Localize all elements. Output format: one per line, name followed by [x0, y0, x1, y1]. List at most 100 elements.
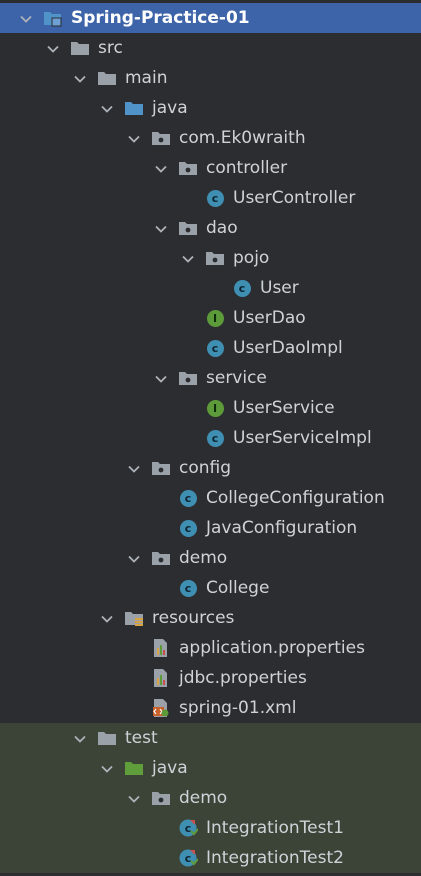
tree-node-package-controller[interactable]: controller — [0, 153, 421, 183]
tree-node-file-jdbc-properties[interactable]: jdbc.properties — [0, 663, 421, 693]
tree-node-source-root-java[interactable]: java — [0, 93, 421, 123]
tree-node-label: java — [152, 98, 188, 118]
package-icon — [178, 368, 198, 388]
tree-node-label: JavaConfiguration — [206, 518, 358, 538]
test-class-icon: c — [178, 818, 198, 838]
svg-text:c: c — [185, 852, 192, 865]
tree-node-label: UserDao — [233, 308, 306, 328]
tree-node-label: src — [98, 38, 123, 58]
tree-node-label: demo — [179, 548, 228, 568]
interface-icon: I — [205, 398, 225, 418]
tree-node-label: UserController — [233, 188, 356, 208]
chevron-down-icon[interactable] — [127, 551, 141, 565]
tree-node-class-collegeconfiguration[interactable]: c CollegeConfiguration — [0, 483, 421, 513]
tree-node-interface-userservice[interactable]: I UserService — [0, 393, 421, 423]
tree-node-package-service[interactable]: service — [0, 363, 421, 393]
package-icon — [178, 158, 198, 178]
tree-node-package-com-ek0wraith[interactable]: com.Ek0wraith — [0, 123, 421, 153]
tree-node-interface-userdao[interactable]: I UserDao — [0, 303, 421, 333]
tree-node-label: spring-01.xml — [179, 698, 297, 718]
tree-node-class-user[interactable]: c User — [0, 273, 421, 303]
tree-node-label: Spring-Practice-01 — [71, 8, 250, 28]
tree-node-folder-main[interactable]: main — [0, 63, 421, 93]
tree-node-label: College — [206, 578, 270, 598]
chevron-down-icon[interactable] — [181, 251, 195, 265]
tree-node-label: java — [152, 758, 188, 778]
tree-node-package-demo[interactable]: demo — [0, 543, 421, 573]
tree-node-label: controller — [206, 158, 288, 178]
class-icon: c — [178, 518, 198, 538]
tree-node-folder-test[interactable]: test — [0, 723, 421, 753]
class-icon: c — [178, 488, 198, 508]
package-icon — [151, 788, 171, 808]
tree-node-label: IntegrationTest1 — [206, 818, 344, 838]
tree-node-package-pojo[interactable]: pojo — [0, 243, 421, 273]
chevron-down-icon[interactable] — [73, 71, 87, 85]
package-icon — [151, 458, 171, 478]
tree-node-class-userdaoimpl[interactable]: c UserDaoImpl — [0, 333, 421, 363]
class-icon: c — [205, 428, 225, 448]
chevron-down-icon[interactable] — [154, 221, 168, 235]
package-icon — [151, 128, 171, 148]
tree-node-test-source-root-java[interactable]: java — [0, 753, 421, 783]
tree-node-class-usercontroller[interactable]: c UserController — [0, 183, 421, 213]
tree-node-file-spring-01-xml[interactable]: spring-01.xml — [0, 693, 421, 723]
chevron-down-icon[interactable] — [154, 161, 168, 175]
tree-node-project-root[interactable]: Spring-Practice-01 — [0, 3, 421, 33]
chevron-down-icon[interactable] — [100, 761, 114, 775]
resources-root-icon — [124, 608, 144, 628]
package-icon — [205, 248, 225, 268]
tree-node-test-package-demo[interactable]: demo — [0, 783, 421, 813]
chevron-down-icon[interactable] — [73, 731, 87, 745]
test-class-icon: c — [178, 848, 198, 868]
chevron-down-icon[interactable] — [127, 131, 141, 145]
tree-node-package-config[interactable]: config — [0, 453, 421, 483]
tree-node-class-userserviceimpl[interactable]: c UserServiceImpl — [0, 423, 421, 453]
package-icon — [151, 548, 171, 568]
test-source-root-icon — [124, 758, 144, 778]
project-tree: Spring-Practice-01 src main java com.Ek0wrai… — [0, 0, 421, 876]
folder-icon — [70, 38, 90, 58]
chevron-down-icon[interactable] — [127, 791, 141, 805]
chevron-down-icon[interactable] — [19, 11, 33, 25]
tree-node-package-dao[interactable]: dao — [0, 213, 421, 243]
tree-node-class-college[interactable]: c College — [0, 573, 421, 603]
class-icon: c — [232, 278, 252, 298]
folder-icon — [97, 68, 117, 88]
tree-node-class-javaconfiguration[interactable]: c JavaConfiguration — [0, 513, 421, 543]
tree-node-label: config — [179, 458, 232, 478]
tree-node-class-integrationtest2[interactable]: c IntegrationTest2 — [0, 843, 421, 873]
tree-node-label: CollegeConfiguration — [206, 488, 385, 508]
tree-node-label: resources — [152, 608, 235, 628]
chevron-down-icon[interactable] — [154, 371, 168, 385]
tree-node-label: service — [206, 368, 267, 388]
folder-icon — [97, 728, 117, 748]
chevron-down-icon[interactable] — [127, 461, 141, 475]
chevron-down-icon[interactable] — [46, 41, 60, 55]
tree-node-class-integrationtest1[interactable]: c IntegrationTest1 — [0, 813, 421, 843]
tree-node-label: jdbc.properties — [179, 668, 307, 688]
tree-node-label: main — [125, 68, 168, 88]
tree-node-resources-root[interactable]: resources — [0, 603, 421, 633]
tree-node-file-application-properties[interactable]: application.properties — [0, 633, 421, 663]
class-icon: c — [205, 338, 225, 358]
module-folder-icon — [43, 8, 63, 28]
interface-icon: I — [205, 308, 225, 328]
tree-node-label: dao — [206, 218, 238, 238]
tree-node-label: demo — [179, 788, 228, 808]
tree-node-label: pojo — [233, 248, 270, 268]
chevron-down-icon[interactable] — [100, 611, 114, 625]
chevron-down-icon[interactable] — [100, 101, 114, 115]
tree-node-folder-src[interactable]: src — [0, 33, 421, 63]
properties-file-icon — [151, 668, 171, 688]
